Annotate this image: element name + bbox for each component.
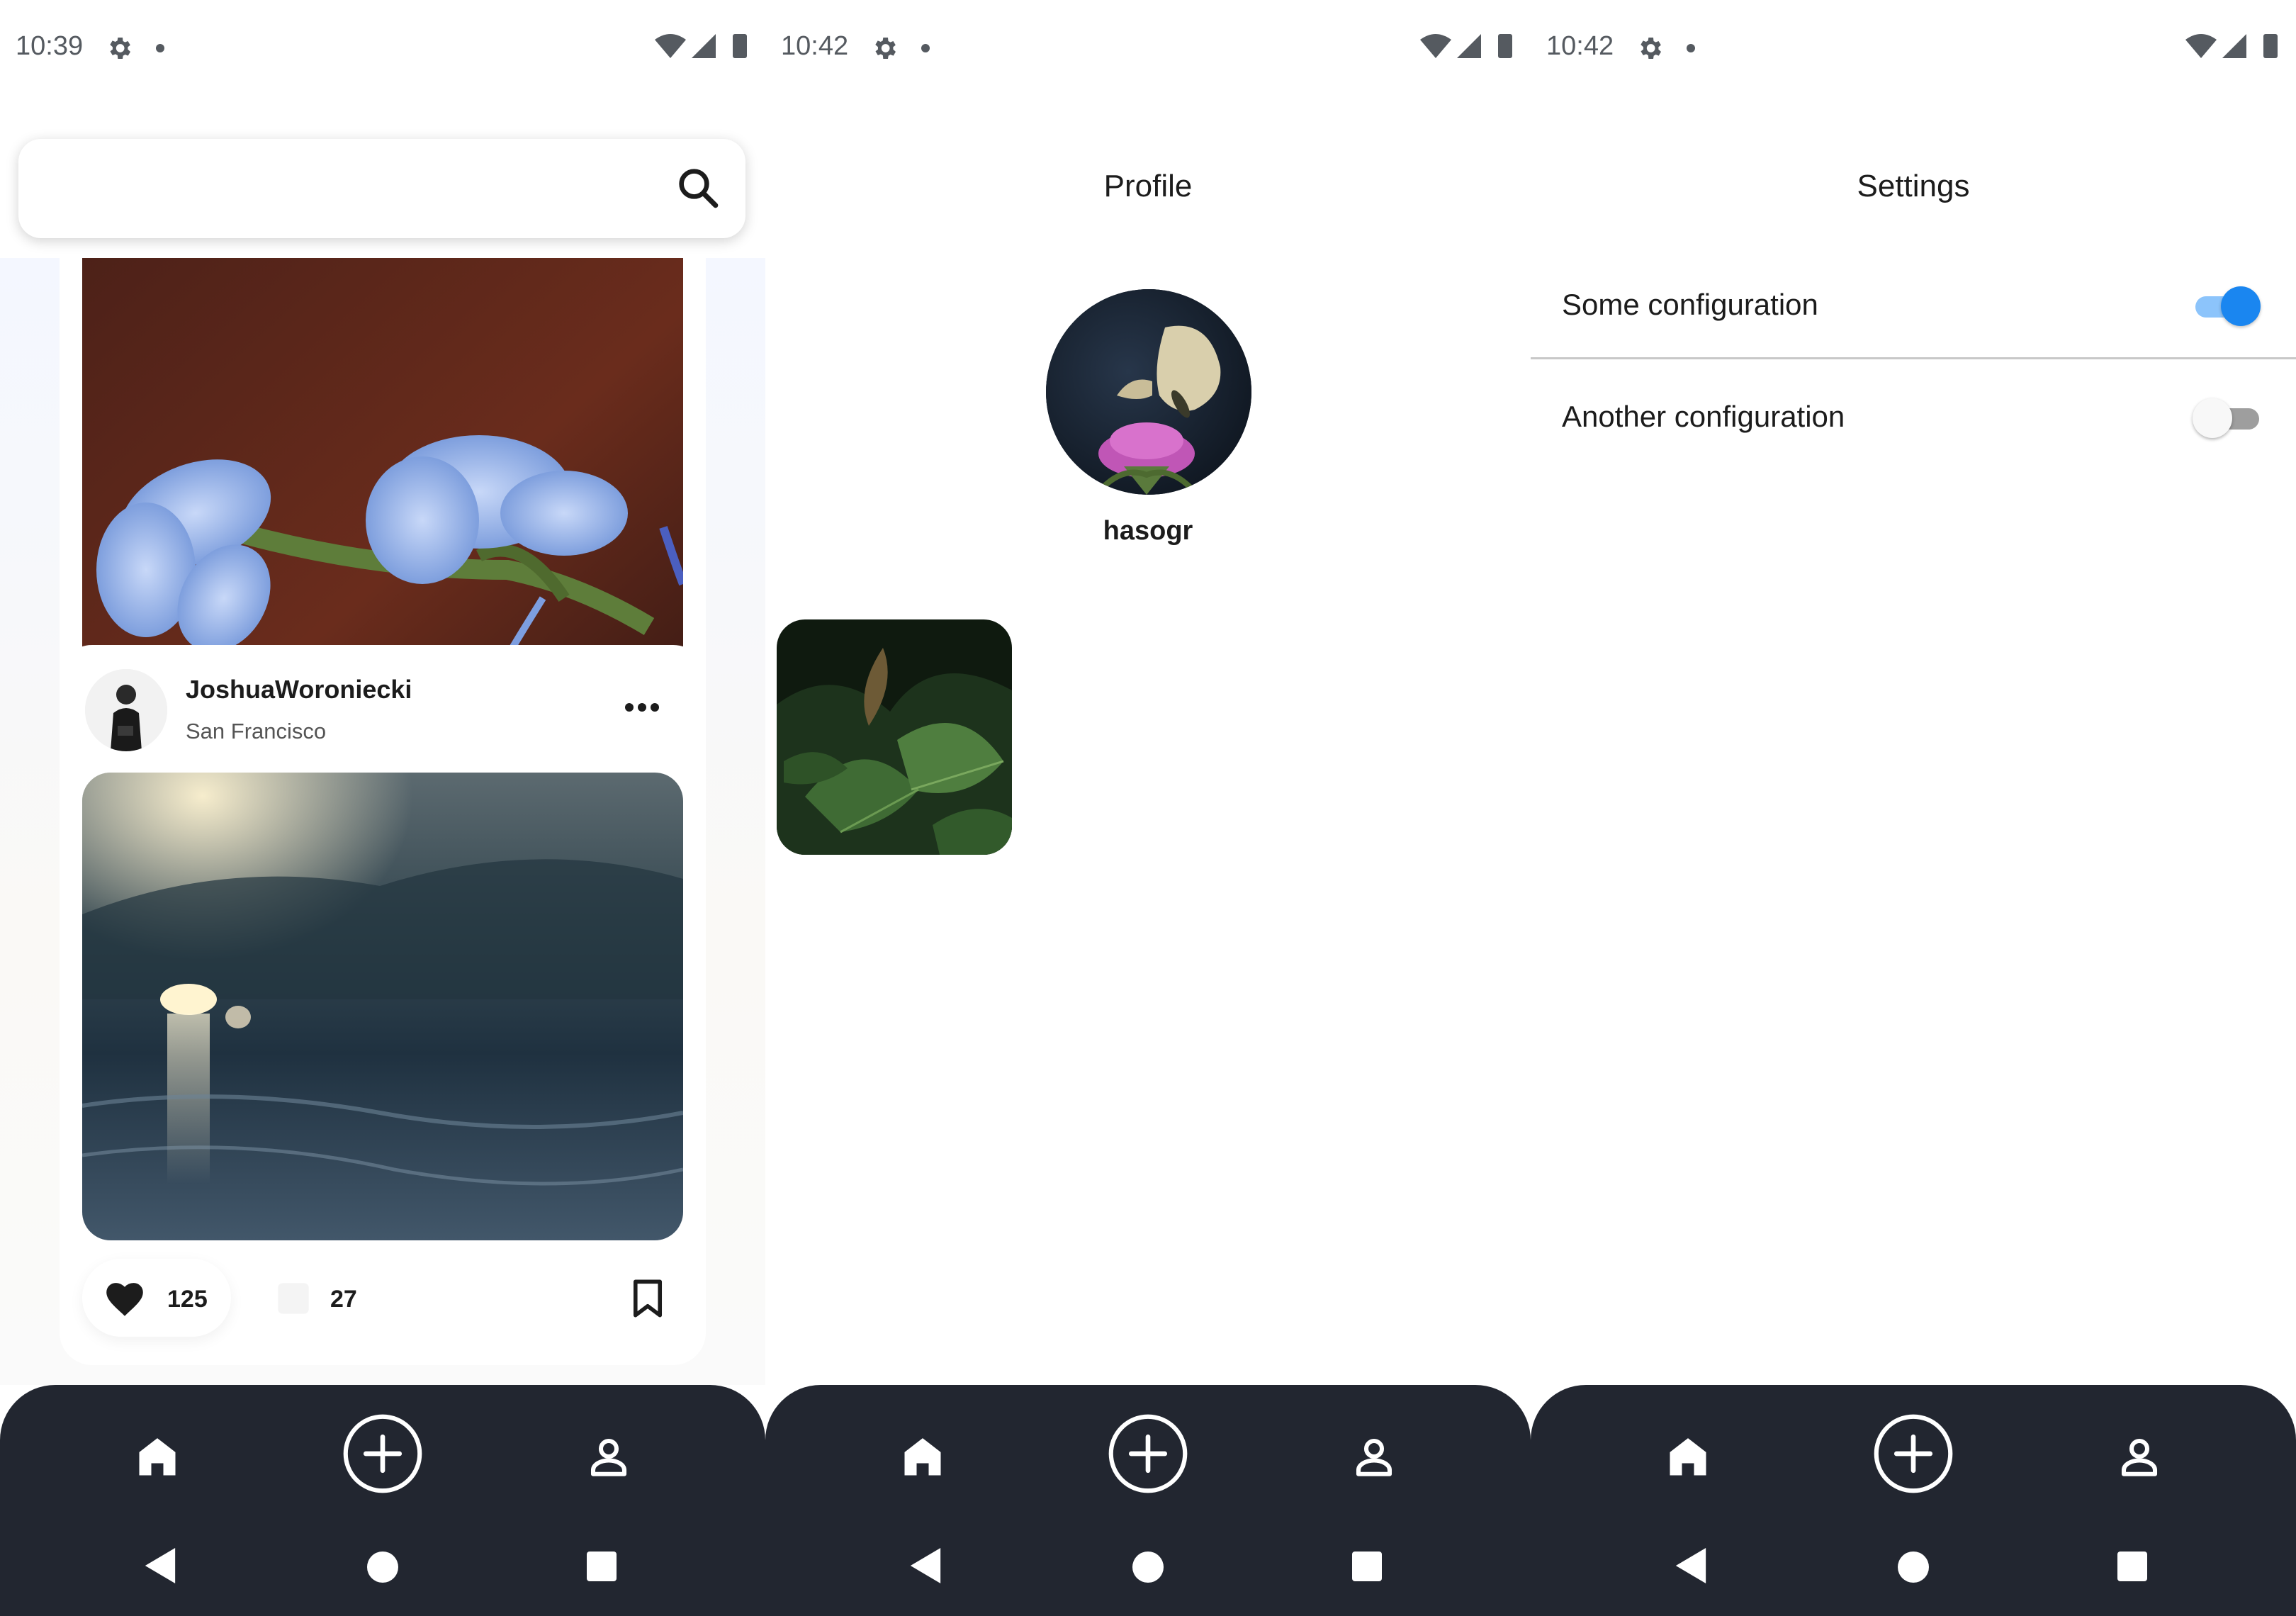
bookmark-icon[interactable] bbox=[632, 1279, 663, 1318]
profile-screen: 10:42 Profile hasogr bbox=[765, 0, 1531, 1616]
profile-icon[interactable] bbox=[2116, 1433, 2163, 1480]
status-icons bbox=[655, 34, 747, 58]
like-count: 125 bbox=[167, 1286, 208, 1313]
profile-username: hasogr bbox=[1103, 516, 1193, 546]
search-bar[interactable] bbox=[18, 139, 745, 238]
bottom-navigation bbox=[1531, 1385, 2296, 1616]
settings-screen: 10:42 Settings Some configuration Anothe… bbox=[1531, 0, 2296, 1616]
like-button[interactable]: 125 bbox=[82, 1259, 231, 1337]
recents-square-icon[interactable] bbox=[2117, 1552, 2147, 1581]
status-icons bbox=[1420, 34, 1512, 58]
battery-icon bbox=[2263, 34, 2278, 58]
back-icon[interactable] bbox=[145, 1548, 176, 1583]
screens: 10:39 JoshuaWoroniecki San Francisco 125… bbox=[0, 0, 2296, 1616]
signal-icon bbox=[1457, 34, 1481, 58]
status-bar: 10:42 bbox=[1531, 0, 2296, 96]
profile-avatar[interactable] bbox=[1046, 289, 1251, 495]
profile-icon[interactable] bbox=[585, 1433, 632, 1480]
status-time: 10:42 bbox=[781, 31, 849, 61]
page-title: Settings bbox=[1857, 169, 1970, 203]
recents-square-icon[interactable] bbox=[1352, 1552, 1382, 1581]
back-icon[interactable] bbox=[910, 1548, 941, 1583]
notification-dot-icon bbox=[1687, 44, 1695, 52]
home-circle-icon[interactable] bbox=[1132, 1552, 1164, 1583]
profile-grid-photo[interactable] bbox=[777, 619, 1012, 855]
toggle-knob bbox=[2193, 398, 2232, 438]
another-configuration-toggle[interactable] bbox=[2193, 397, 2261, 439]
toggle-knob bbox=[2221, 286, 2261, 326]
setting-label: Some configuration bbox=[1562, 288, 1818, 321]
home-icon[interactable] bbox=[1664, 1433, 1712, 1481]
wifi-icon bbox=[655, 34, 686, 58]
post-username[interactable]: JoshuaWoroniecki bbox=[186, 675, 412, 705]
setting-row-some-configuration[interactable]: Some configuration bbox=[1531, 249, 2296, 361]
status-icons bbox=[2185, 34, 2278, 58]
setting-label: Another configuration bbox=[1562, 400, 1845, 433]
signal-icon bbox=[692, 34, 716, 58]
battery-icon bbox=[733, 34, 747, 58]
gear-icon bbox=[875, 38, 896, 59]
heart-icon bbox=[106, 1283, 143, 1316]
wifi-icon bbox=[2185, 34, 2217, 58]
gear-icon bbox=[110, 38, 130, 59]
some-configuration-toggle[interactable] bbox=[2193, 285, 2261, 327]
gear-icon bbox=[1641, 38, 1661, 59]
notification-dot-icon bbox=[156, 44, 164, 52]
search-icon[interactable] bbox=[675, 164, 721, 211]
status-time: 10:42 bbox=[1546, 31, 1614, 61]
setting-row-another-configuration[interactable]: Another configuration bbox=[1531, 361, 2296, 473]
profile-icon[interactable] bbox=[1351, 1433, 1397, 1480]
add-post-icon[interactable] bbox=[342, 1413, 423, 1494]
divider bbox=[1531, 357, 2296, 359]
bottom-navigation bbox=[0, 1385, 765, 1616]
post-location: San Francisco bbox=[186, 719, 327, 744]
post-photo-water[interactable] bbox=[82, 773, 683, 1240]
page-title: Profile bbox=[1103, 169, 1193, 203]
post-card: JoshuaWoroniecki San Francisco 125 27 bbox=[60, 645, 706, 1365]
back-icon[interactable] bbox=[1675, 1548, 1706, 1583]
add-post-icon[interactable] bbox=[1108, 1413, 1188, 1494]
signal-icon bbox=[2222, 34, 2246, 58]
avatar[interactable] bbox=[85, 669, 167, 751]
bottom-navigation bbox=[765, 1385, 1531, 1616]
status-time: 10:39 bbox=[16, 31, 84, 61]
home-icon[interactable] bbox=[133, 1433, 181, 1481]
search-input[interactable] bbox=[43, 160, 669, 218]
wifi-icon bbox=[1420, 34, 1451, 58]
post-actions: 125 27 bbox=[82, 1259, 683, 1337]
battery-icon bbox=[1498, 34, 1512, 58]
comment-icon[interactable] bbox=[275, 1280, 312, 1317]
home-icon[interactable] bbox=[899, 1433, 947, 1481]
home-circle-icon[interactable] bbox=[367, 1552, 398, 1583]
add-post-icon[interactable] bbox=[1873, 1413, 1954, 1494]
recents-square-icon[interactable] bbox=[587, 1552, 617, 1581]
notification-dot-icon bbox=[921, 44, 930, 52]
feed-list[interactable]: 38 20 JoshuaWoroniecki bbox=[0, 258, 765, 1385]
status-bar: 10:39 bbox=[0, 0, 765, 96]
more-options-icon[interactable] bbox=[624, 700, 660, 714]
home-circle-icon[interactable] bbox=[1898, 1552, 1929, 1583]
feed-screen: 10:39 JoshuaWoroniecki San Francisco 125… bbox=[0, 0, 765, 1616]
status-bar: 10:42 bbox=[765, 0, 1531, 96]
comment-count: 27 bbox=[330, 1286, 357, 1313]
